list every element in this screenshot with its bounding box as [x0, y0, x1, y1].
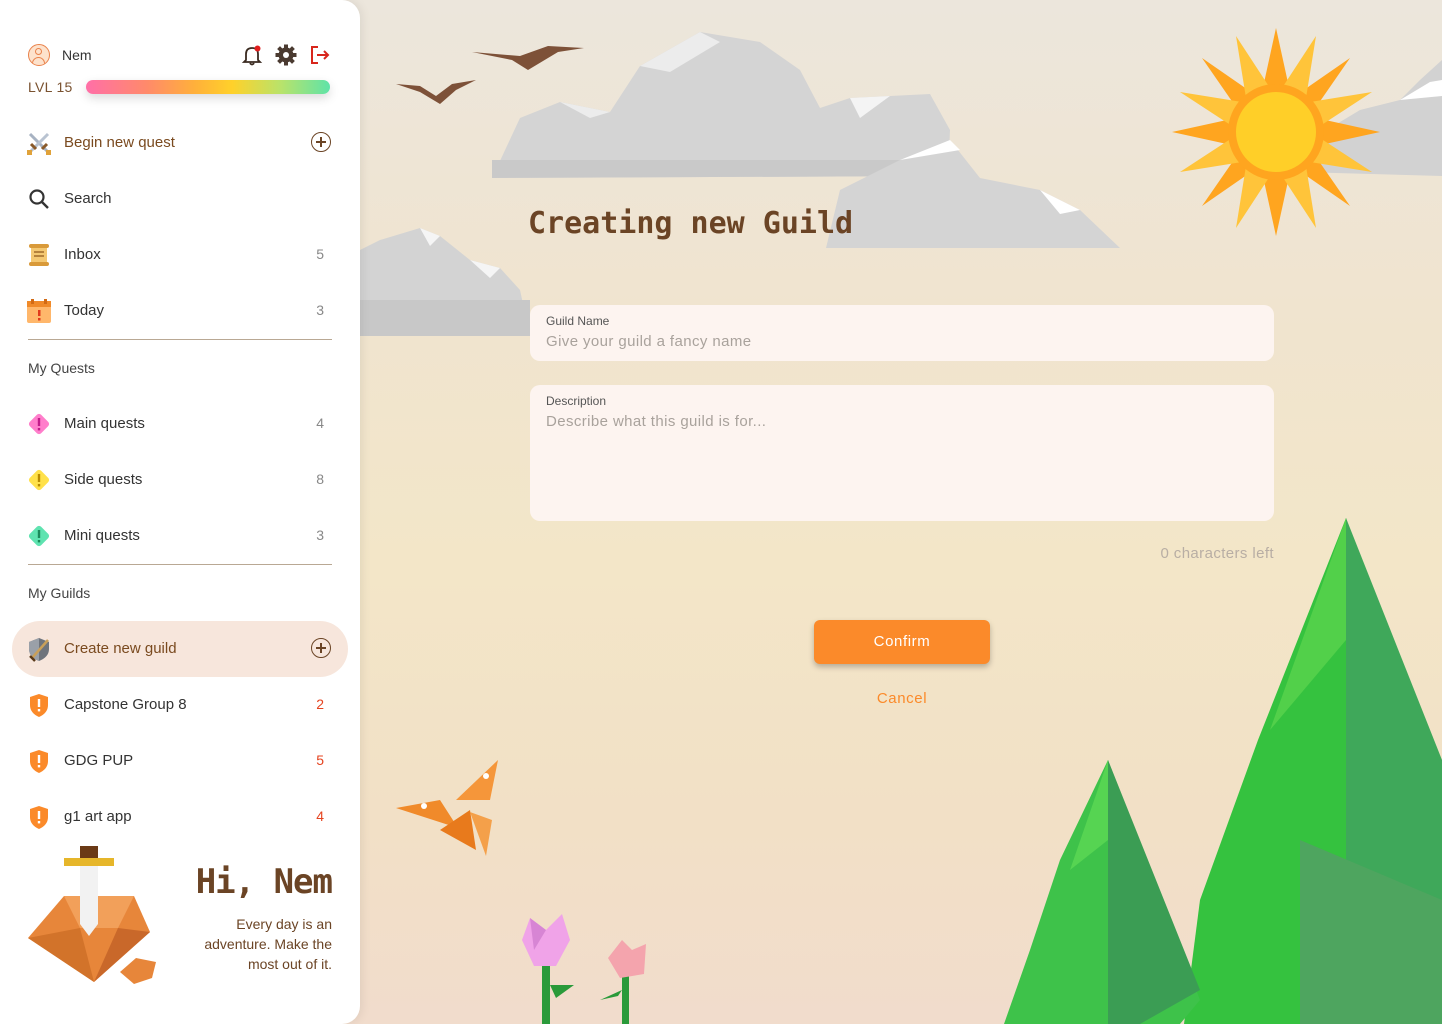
mini-quests-count: 3: [316, 527, 324, 543]
today-label: Today: [64, 302, 105, 319]
divider: [28, 339, 332, 340]
sidebar-item-guild-capstone[interactable]: Capstone Group 8 2: [12, 677, 348, 733]
sidebar-item-main-quests[interactable]: Main quests 4: [12, 396, 348, 452]
inbox-count: 5: [316, 246, 324, 262]
sidebar-item-inbox[interactable]: Inbox 5: [12, 227, 348, 283]
sidebar-item-search[interactable]: Search: [12, 171, 348, 227]
shield-sword-icon: [29, 638, 49, 662]
greeting-title: Hi, Nem: [195, 862, 333, 902]
guild-count: 4: [316, 808, 324, 824]
butterfly-icon: [396, 760, 498, 856]
xp-progress-fill: [86, 80, 330, 94]
my-quests-heading: My Quests: [28, 360, 95, 376]
begin-new-quest-label: Begin new quest: [64, 134, 175, 151]
profile-row: Nem: [28, 44, 332, 66]
guild-shield-icon: [30, 750, 48, 773]
divider: [28, 564, 332, 565]
logout-icon[interactable]: [309, 44, 331, 66]
mini-quest-diamond-icon: [28, 525, 50, 547]
side-quest-diamond-icon: [28, 469, 50, 491]
inbox-label: Inbox: [64, 246, 101, 263]
guild-name-placeholder[interactable]: Give your guild a fancy name: [546, 333, 751, 350]
guild-count: 5: [316, 752, 324, 768]
add-quest-icon[interactable]: [311, 132, 331, 152]
settings-gear-icon[interactable]: [275, 44, 297, 66]
side-quests-count: 8: [316, 471, 324, 487]
search-label: Search: [64, 190, 112, 207]
flower-left: [522, 914, 574, 1024]
create-new-guild-button[interactable]: Create new guild: [12, 621, 348, 677]
main-quests-count: 4: [316, 415, 324, 431]
guild-name-field[interactable]: Guild Name Give your guild a fancy name: [530, 305, 1274, 361]
main-quest-diamond-icon: [28, 413, 50, 435]
greeting: Hi, Nem Every day is an adventure. Make …: [180, 862, 333, 974]
cloud-left: [360, 228, 530, 336]
guild-shield-icon: [30, 806, 48, 829]
search-icon: [29, 189, 49, 209]
add-guild-icon[interactable]: [311, 638, 331, 658]
cloud-center: [492, 32, 950, 178]
confirm-button[interactable]: Confirm: [814, 620, 990, 664]
create-new-guild-label: Create new guild: [64, 640, 177, 657]
page-title: Creating new Guild: [528, 206, 854, 241]
flower-right: [600, 940, 646, 1024]
scroll-icon: [29, 244, 49, 266]
avatar-icon[interactable]: [28, 44, 50, 66]
mini-quests-label: Mini quests: [64, 527, 140, 544]
level-label: LVL 15: [28, 79, 73, 95]
characters-left-counter: 0 characters left: [1160, 545, 1274, 562]
sun-icon: [1172, 28, 1380, 236]
crossed-swords-icon: [27, 132, 51, 155]
begin-new-quest-button[interactable]: Begin new quest: [12, 115, 348, 171]
today-count: 3: [316, 302, 324, 318]
guild-name-label: Guild Name: [546, 314, 610, 328]
tree-large: [1184, 518, 1442, 1024]
sword-in-stone-icon: [28, 846, 156, 984]
guild-label: Capstone Group 8: [64, 696, 187, 713]
guild-label: GDG PUP: [64, 752, 134, 769]
guild-shield-icon: [30, 694, 48, 717]
tree-small: [1004, 760, 1200, 1024]
greeting-tagline: Every day is an adventure. Make the most…: [204, 916, 332, 972]
xp-progress-bar: [86, 80, 330, 94]
sidebar-item-guild-gdg-pup[interactable]: GDG PUP 5: [12, 733, 348, 789]
sidebar-item-guild-g1-art-app[interactable]: g1 art app 4: [12, 789, 348, 845]
my-guilds-heading: My Guilds: [28, 585, 91, 601]
side-quests-label: Side quests: [64, 471, 143, 488]
description-placeholder[interactable]: Describe what this guild is for...: [546, 413, 766, 430]
username: Nem: [62, 47, 92, 63]
bird-icon: [396, 46, 584, 104]
calendar-icon: [27, 299, 51, 323]
guild-count: 2: [316, 696, 324, 712]
sidebar-item-side-quests[interactable]: Side quests 8: [12, 452, 348, 508]
notification-bell-icon[interactable]: [241, 44, 263, 66]
guild-label: g1 art app: [64, 808, 132, 825]
sidebar-item-mini-quests[interactable]: Mini quests 3: [12, 508, 348, 564]
sidebar-item-today[interactable]: Today 3: [12, 283, 348, 339]
main-quests-label: Main quests: [64, 415, 145, 432]
sidebar: Nem LVL 15 Begin new quest Search Inbox …: [0, 0, 360, 1024]
description-label: Description: [546, 394, 607, 408]
cancel-button[interactable]: Cancel: [814, 690, 990, 707]
description-field[interactable]: Description Describe what this guild is …: [530, 385, 1274, 521]
